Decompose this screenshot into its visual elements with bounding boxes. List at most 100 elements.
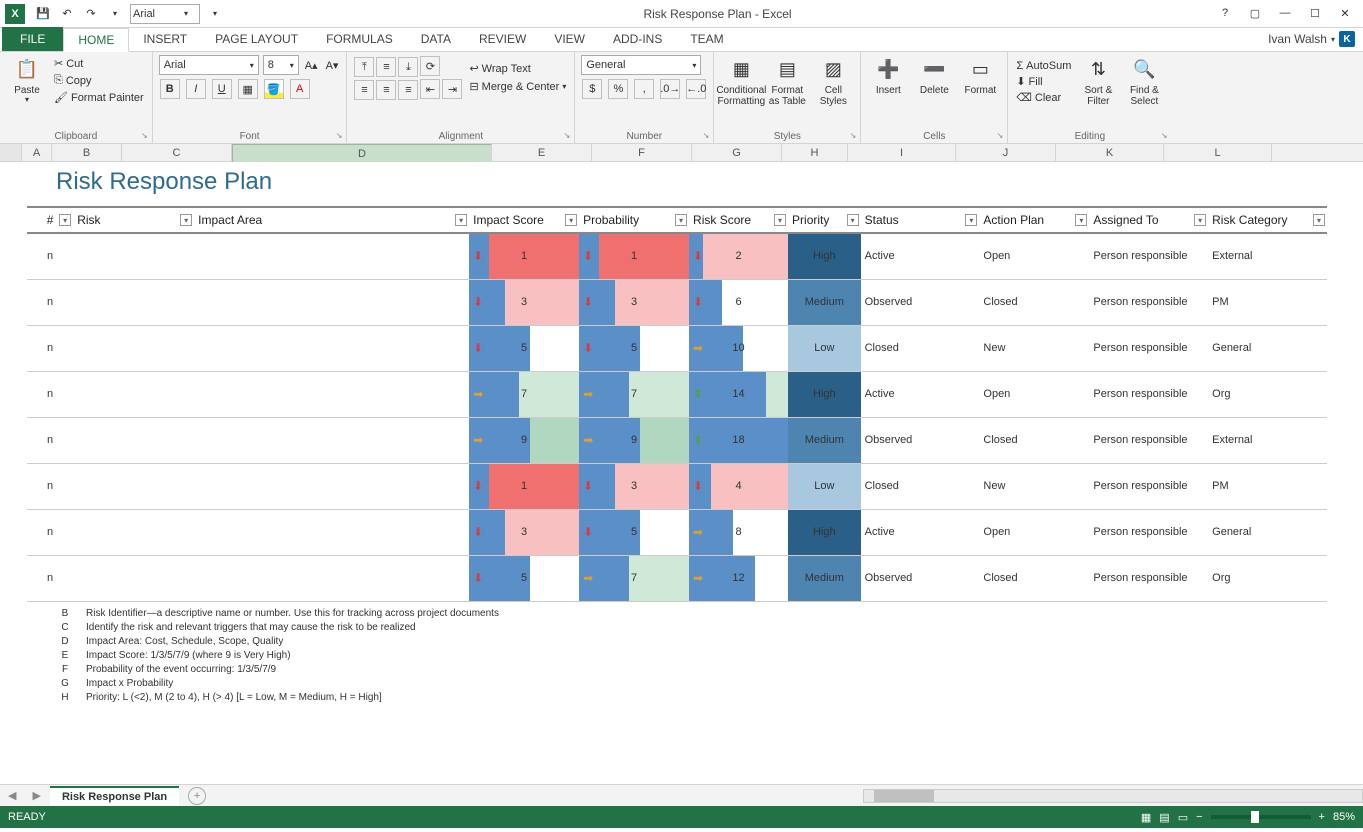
cell-impact-score[interactable]: ⬇5 — [469, 555, 579, 601]
cell-status[interactable]: Closed — [861, 325, 980, 371]
cell-impact-score[interactable]: ➡7 — [469, 371, 579, 417]
font-size-selector[interactable]: 8▾ — [263, 55, 299, 75]
table-header[interactable]: Impact Score▾ — [469, 207, 579, 233]
col-header-E[interactable]: E — [492, 144, 592, 161]
worksheet[interactable]: Risk Response Plan #▾Risk▾Impact Area▾Im… — [0, 162, 1363, 784]
cell-status[interactable]: Active — [861, 233, 980, 279]
zoom-out-icon[interactable]: − — [1196, 811, 1202, 823]
cell-probability[interactable]: ➡7 — [579, 555, 689, 601]
indent-dec-icon[interactable]: ⇤ — [420, 79, 440, 99]
cell-assigned-to[interactable]: Person responsible — [1089, 509, 1208, 555]
align-top-icon[interactable]: ⤒ — [354, 57, 374, 77]
tab-add-ins[interactable]: ADD-INS — [599, 27, 676, 51]
cell-impact-score[interactable]: ⬇3 — [469, 509, 579, 555]
cell-risk[interactable] — [73, 233, 194, 279]
cell-priority[interactable]: Medium — [788, 279, 861, 325]
cell-assigned-to[interactable]: Person responsible — [1089, 463, 1208, 509]
fill-color-button[interactable]: 🪣 — [264, 79, 284, 99]
cell-impact-score[interactable]: ⬇5 — [469, 325, 579, 371]
format-as-table-button[interactable]: ▤Format as Table — [766, 55, 808, 109]
format-button[interactable]: ▭Format — [959, 55, 1001, 98]
col-header-L[interactable]: L — [1164, 144, 1272, 161]
format-painter-button[interactable]: 🖌Format Painter — [52, 90, 146, 105]
view-normal-icon[interactable]: ▦ — [1141, 811, 1151, 824]
cell-risk[interactable] — [73, 463, 194, 509]
cell-impact-score[interactable]: ⬇1 — [469, 463, 579, 509]
align-left-icon[interactable]: ≡ — [354, 80, 374, 100]
cell-priority[interactable]: Low — [788, 325, 861, 371]
tab-review[interactable]: REVIEW — [465, 27, 540, 51]
cut-button[interactable]: ✂Cut — [52, 56, 146, 71]
cell-risk-score[interactable]: ⬆18 — [689, 417, 788, 463]
cell-n[interactable]: n — [27, 325, 73, 371]
filter-icon[interactable]: ▾ — [675, 214, 687, 226]
cell-risk[interactable] — [73, 555, 194, 601]
autosum-button[interactable]: ΣAutoSum — [1014, 59, 1073, 73]
increase-font-icon[interactable]: A▴ — [303, 58, 320, 73]
cell-impact-score[interactable]: ⬇3 — [469, 279, 579, 325]
cell-risk-category[interactable]: PM — [1208, 279, 1327, 325]
cell-impact-area[interactable] — [194, 555, 469, 601]
cell-action-plan[interactable]: Closed — [979, 555, 1089, 601]
sheet-nav-next[interactable]: ▶ — [24, 789, 48, 802]
cell-impact-area[interactable] — [194, 279, 469, 325]
wrap-text-button[interactable]: ↩Wrap Text — [467, 61, 568, 76]
align-right-icon[interactable]: ≡ — [398, 80, 418, 100]
horizontal-scrollbar[interactable] — [863, 789, 1363, 803]
number-format-selector[interactable]: General▾ — [581, 55, 701, 75]
table-row[interactable]: n⬇3⬇5➡8HighActiveOpenPerson responsibleG… — [27, 509, 1327, 555]
underline-button[interactable]: U — [212, 79, 232, 99]
cell-probability[interactable]: ⬇3 — [579, 279, 689, 325]
insert-button[interactable]: ➕Insert — [867, 55, 909, 98]
cell-assigned-to[interactable]: Person responsible — [1089, 325, 1208, 371]
cell-n[interactable]: n — [27, 371, 73, 417]
delete-button[interactable]: ➖Delete — [913, 55, 955, 98]
table-header[interactable]: Impact Area▾ — [194, 207, 469, 233]
cell-risk-category[interactable]: Org — [1208, 371, 1327, 417]
percent-icon[interactable]: % — [608, 79, 628, 99]
filter-icon[interactable]: ▾ — [1194, 214, 1206, 226]
col-header-H[interactable]: H — [782, 144, 848, 161]
cell-risk-category[interactable]: General — [1208, 509, 1327, 555]
select-all-corner[interactable] — [0, 144, 22, 161]
paste-button[interactable]: 📋Paste▾ — [6, 55, 48, 107]
table-row[interactable]: n⬇3⬇3⬇6MediumObservedClosedPerson respon… — [27, 279, 1327, 325]
view-layout-icon[interactable]: ▤ — [1159, 811, 1169, 824]
cell-impact-area[interactable] — [194, 233, 469, 279]
filter-icon[interactable]: ▾ — [565, 214, 577, 226]
col-header-D[interactable]: D — [232, 144, 492, 164]
cell-probability[interactable]: ⬇5 — [579, 509, 689, 555]
tab-formulas[interactable]: FORMULAS — [312, 27, 407, 51]
add-sheet-button[interactable]: + — [188, 787, 206, 805]
cell-action-plan[interactable]: Closed — [979, 279, 1089, 325]
decrease-decimal-icon[interactable]: ←.0 — [686, 79, 706, 99]
filter-icon[interactable]: ▾ — [59, 214, 71, 226]
cell-risk[interactable] — [73, 279, 194, 325]
cell-impact-area[interactable] — [194, 509, 469, 555]
table-header[interactable]: #▾ — [27, 207, 73, 233]
cell-styles-button[interactable]: ▨Cell Styles — [812, 55, 854, 109]
align-center-icon[interactable]: ≡ — [376, 80, 396, 100]
table-header[interactable]: Status▾ — [861, 207, 980, 233]
table-row[interactable]: n➡7➡7⬆14HighActiveOpenPerson responsible… — [27, 371, 1327, 417]
cell-risk-score[interactable]: ⬇4 — [689, 463, 788, 509]
decrease-font-icon[interactable]: A▾ — [324, 58, 341, 73]
table-header[interactable]: Probability▾ — [579, 207, 689, 233]
fill-button[interactable]: ⬇Fill — [1014, 74, 1073, 89]
cell-action-plan[interactable]: Open — [979, 509, 1089, 555]
cell-risk[interactable] — [73, 325, 194, 371]
indent-inc-icon[interactable]: ⇥ — [442, 79, 462, 99]
cell-priority[interactable]: High — [788, 371, 861, 417]
cell-assigned-to[interactable]: Person responsible — [1089, 555, 1208, 601]
cell-action-plan[interactable]: Open — [979, 371, 1089, 417]
cell-impact-score[interactable]: ⬇1 — [469, 233, 579, 279]
cell-risk-score[interactable]: ➡8 — [689, 509, 788, 555]
sort-filter-button[interactable]: ⇅Sort & Filter — [1077, 55, 1119, 109]
cell-action-plan[interactable]: New — [979, 463, 1089, 509]
cell-probability[interactable]: ⬇5 — [579, 325, 689, 371]
table-header[interactable]: Action Plan▾ — [979, 207, 1089, 233]
cell-n[interactable]: n — [27, 463, 73, 509]
table-header[interactable]: Risk Category▾ — [1208, 207, 1327, 233]
increase-decimal-icon[interactable]: .0→ — [660, 79, 680, 99]
col-header-B[interactable]: B — [52, 144, 122, 161]
